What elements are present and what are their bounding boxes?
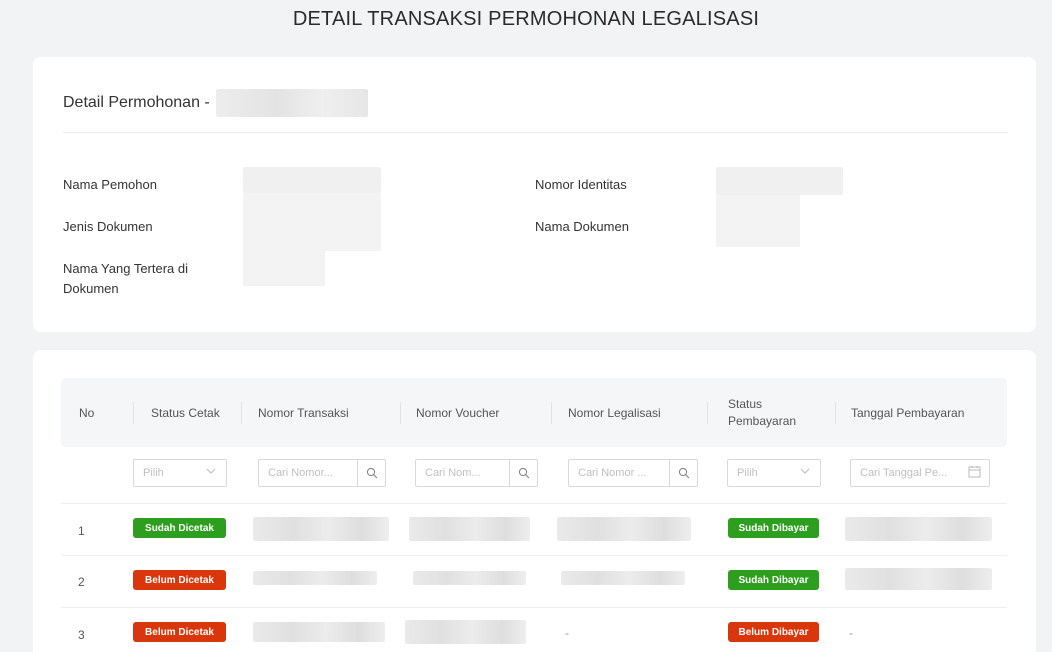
table-header: No Status Cetak Nomor Transaksi Nomor Vo… — [61, 378, 1007, 447]
redacted-tanggal-pembayaran — [845, 517, 992, 541]
transaction-table-card: No Status Cetak Nomor Transaksi Nomor Vo… — [33, 350, 1036, 652]
detail-heading: Detail Permohonan - — [63, 89, 368, 117]
status-pembayaran-badge: Belum Dibayar — [728, 622, 819, 642]
status-pembayaran-badge: Sudah Dibayar — [728, 518, 819, 538]
col-separator — [133, 402, 134, 424]
tanggal-pembayaran-picker[interactable]: Cari Tanggal Pe... — [850, 459, 990, 487]
tanggal-pembayaran-picker-placeholder: Cari Tanggal Pe... — [860, 467, 948, 479]
col-separator — [835, 402, 836, 424]
col-separator — [707, 402, 708, 424]
status-cetak-badge: Sudah Dicetak — [133, 518, 226, 538]
page-title: DETAIL TRANSAKSI PERMOHONAN LEGALISASI — [292, 8, 760, 30]
row-divider — [61, 503, 1007, 504]
nomor-legalisasi-empty: - — [565, 626, 569, 640]
value-nama-pemohon — [243, 167, 381, 193]
col-status-cetak[interactable]: Status Cetak — [151, 378, 220, 447]
search-icon[interactable] — [509, 459, 537, 487]
nomor-transaksi-search[interactable]: Cari Nomor... — [258, 459, 386, 487]
col-no: No — [79, 405, 95, 420]
col-nomor-legalisasi[interactable]: Nomor Legalisasi — [568, 378, 661, 447]
redacted-request-id — [215, 89, 368, 117]
nomor-legalisasi-search[interactable]: Cari Nomor ... — [568, 459, 698, 487]
redacted-nomor-legalisasi — [561, 571, 685, 585]
row-divider — [61, 555, 1007, 556]
col-separator — [551, 402, 552, 424]
redacted-nomor-voucher — [413, 571, 526, 585]
status-pembayaran-select-label: Pilih — [737, 467, 758, 479]
label-jenis-dokumen: Jenis Dokumen — [63, 219, 153, 234]
divider — [63, 132, 1008, 133]
status-cetak-badge: Belum Dicetak — [133, 622, 226, 642]
row-number: 3 — [78, 628, 85, 642]
status-cetak-select[interactable]: Pilih — [133, 459, 227, 487]
nomor-legalisasi-search-placeholder: Cari Nomor ... — [578, 467, 647, 479]
tanggal-pembayaran-empty: - — [849, 626, 853, 640]
redacted-nomor-transaksi — [253, 571, 377, 585]
search-icon[interactable] — [357, 459, 385, 487]
label-nomor-identitas: Nomor Identitas — [535, 177, 627, 192]
value-jenis-dokumen — [243, 193, 381, 251]
status-pembayaran-badge: Sudah Dibayar — [728, 570, 819, 590]
col-status-pembayaran[interactable]: Status Pembayaran — [728, 378, 808, 447]
label-nama-dokumen: Nama Dokumen — [535, 219, 629, 234]
value-nomor-identitas — [716, 167, 843, 195]
search-icon[interactable] — [669, 459, 697, 487]
row-number: 2 — [78, 575, 85, 589]
col-separator — [400, 402, 401, 424]
value-nama-dokumen — [716, 195, 800, 247]
redacted-tanggal-pembayaran — [845, 568, 992, 590]
redacted-nomor-transaksi — [253, 622, 385, 642]
col-nomor-transaksi[interactable]: Nomor Transaksi — [258, 378, 349, 447]
redacted-nomor-legalisasi — [557, 517, 691, 541]
detail-card: Detail Permohonan - Nama Pemohon Jenis D… — [33, 57, 1036, 332]
chevron-down-icon — [206, 466, 216, 479]
nomor-transaksi-search-placeholder: Cari Nomor... — [268, 467, 333, 479]
nomor-voucher-search[interactable]: Cari Nom... — [415, 459, 538, 487]
row-divider — [61, 607, 1007, 608]
nomor-voucher-search-placeholder: Cari Nom... — [425, 467, 481, 479]
redacted-nomor-voucher — [405, 620, 526, 644]
calendar-icon — [968, 465, 981, 481]
col-nomor-voucher[interactable]: Nomor Voucher — [416, 378, 499, 447]
detail-heading-label: Detail Permohonan - — [63, 94, 210, 111]
col-tanggal-pembayaran[interactable]: Tanggal Pembayaran — [851, 378, 964, 447]
label-nama-pemohon: Nama Pemohon — [63, 177, 157, 192]
value-nama-tertera — [243, 251, 325, 286]
status-cetak-badge: Belum Dicetak — [133, 570, 226, 590]
status-pembayaran-select[interactable]: Pilih — [727, 459, 821, 487]
label-nama-tertera: Nama Yang Tertera di Dokumen — [63, 261, 189, 296]
row-number: 1 — [78, 524, 85, 538]
col-separator — [241, 402, 242, 424]
status-cetak-select-label: Pilih — [143, 467, 164, 479]
redacted-nomor-transaksi — [253, 517, 389, 541]
redacted-nomor-voucher — [409, 517, 530, 541]
chevron-down-icon — [800, 466, 810, 479]
